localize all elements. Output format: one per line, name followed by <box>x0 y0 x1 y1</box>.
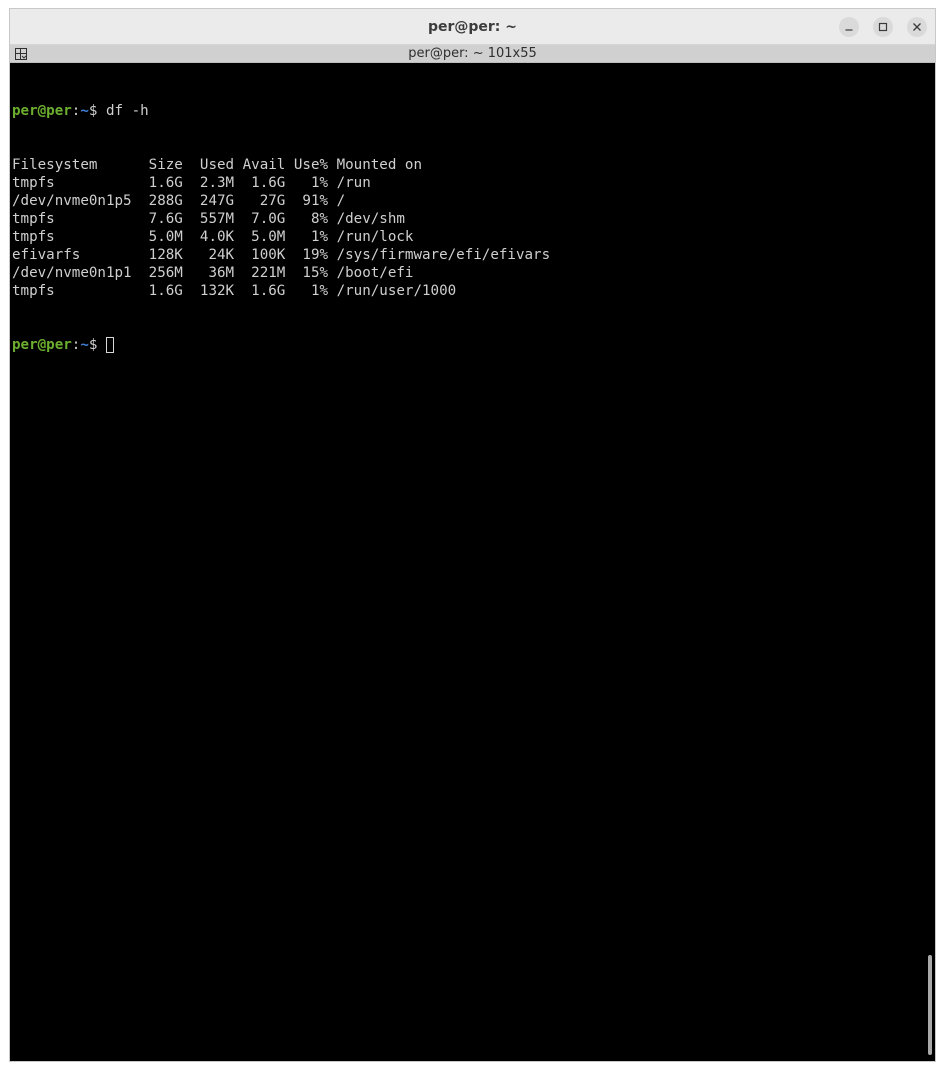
prompt-user-host: per@per <box>12 103 72 119</box>
close-button[interactable] <box>907 17 927 37</box>
prompt-path: ~ <box>80 337 89 353</box>
command-line: per@per:~$ df -h <box>12 102 920 120</box>
maximize-button[interactable] <box>873 17 893 37</box>
prompt-sign: $ <box>88 337 98 353</box>
terminal-window: per@per: ~ per@per: ~ 101x55 per@per:~$ … <box>9 8 936 1062</box>
scrollbar-thumb[interactable] <box>928 955 932 1055</box>
window-title: per@per: ~ <box>427 19 518 35</box>
close-icon <box>913 23 921 31</box>
tab-bar: per@per: ~ 101x55 <box>10 45 935 63</box>
df-output-row: tmpfs 5.0M 4.0K 5.0M 1% /run/lock <box>12 229 414 245</box>
df-output-row: /dev/nvme0n1p1 256M 36M 221M 15% /boot/e… <box>12 265 414 281</box>
minimize-icon <box>845 29 853 31</box>
df-output-row: tmpfs 7.6G 557M 7.0G 8% /dev/shm <box>12 211 405 227</box>
maximize-icon <box>878 22 888 32</box>
prompt-path: ~ <box>80 103 89 119</box>
df-output-row: tmpfs 1.6G 132K 1.6G 1% /run/user/1000 <box>12 283 457 299</box>
df-output: Filesystem Size Used Avail Use% Mounted … <box>12 156 920 300</box>
text-cursor <box>106 337 115 353</box>
window-titlebar[interactable]: per@per: ~ <box>10 9 935 45</box>
prompt-user-host: per@per <box>12 337 72 353</box>
scrollbar[interactable] <box>923 65 935 1059</box>
terminal-output[interactable]: per@per:~$ df -h Filesystem Size Used Av… <box>12 66 920 1058</box>
df-output-row: tmpfs 1.6G 2.3M 1.6G 1% /run <box>12 175 371 191</box>
command-text: df -h <box>97 103 149 119</box>
df-output-row: /dev/nvme0n1p5 288G 247G 27G 91% / <box>12 193 346 209</box>
active-prompt-line[interactable]: per@per:~$ <box>12 336 920 354</box>
df-output-row: efivarfs 128K 24K 100K 19% /sys/firmware… <box>12 247 551 263</box>
tab-title[interactable]: per@per: ~ 101x55 <box>10 45 935 63</box>
df-header-row: Filesystem Size Used Avail Use% Mounted … <box>12 157 422 173</box>
minimize-button[interactable] <box>839 17 859 37</box>
